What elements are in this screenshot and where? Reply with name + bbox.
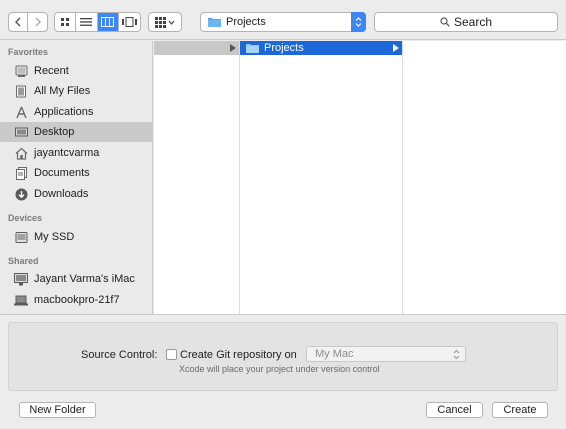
create-git-checkbox-label[interactable]: Create Git repository on bbox=[180, 349, 297, 361]
list-item[interactable]: Projects bbox=[240, 41, 402, 55]
sidebar-item-downloads[interactable]: Downloads bbox=[0, 184, 152, 204]
sidebar-item-label: Jayant Varma's iMac bbox=[34, 273, 135, 285]
sidebar-item-my-ssd[interactable]: My SSD bbox=[0, 227, 152, 247]
new-folder-button[interactable]: New Folder bbox=[19, 402, 96, 418]
chevron-left-icon bbox=[15, 17, 21, 27]
applications-icon bbox=[15, 106, 27, 118]
divider bbox=[0, 314, 566, 315]
sidebar-item-label: jayantcvarma bbox=[34, 147, 100, 159]
all-files-icon bbox=[15, 85, 26, 97]
recent-icon bbox=[15, 65, 27, 77]
disclosure-arrow-icon bbox=[230, 44, 236, 52]
column-1-selected-row[interactable] bbox=[154, 41, 239, 55]
home-icon bbox=[15, 147, 27, 160]
coverflow-view-button[interactable] bbox=[119, 13, 140, 31]
disk-icon bbox=[15, 231, 27, 243]
sidebar-item-desktop[interactable]: Desktop bbox=[0, 122, 152, 142]
updown-chevron-icon bbox=[355, 17, 362, 27]
coverflow-icon bbox=[121, 17, 137, 27]
sidebar-heading-devices: Devices bbox=[8, 213, 43, 223]
list-item-label: Projects bbox=[264, 42, 304, 54]
arrange-button[interactable] bbox=[148, 12, 182, 32]
sidebar-item-label: All My Files bbox=[34, 85, 91, 97]
sidebar-item-label: Applications bbox=[34, 106, 94, 118]
list-icon bbox=[80, 18, 93, 26]
git-location-value: My Mac bbox=[315, 348, 354, 360]
sidebar-item-label: Desktop bbox=[34, 126, 75, 138]
source-control-label: Source Control: bbox=[81, 349, 158, 361]
sidebar-item-label: Recent bbox=[34, 65, 69, 77]
sidebar-item-label: macbookpro-21f7 bbox=[34, 294, 120, 306]
sidebar-item-label: Downloads bbox=[34, 188, 89, 200]
updown-chevron-icon bbox=[453, 349, 460, 360]
create-button[interactable]: Create bbox=[492, 402, 548, 418]
search-placeholder: Search bbox=[453, 15, 493, 29]
macbook-icon bbox=[14, 295, 28, 305]
forward-button[interactable] bbox=[28, 13, 47, 31]
sidebar-item-home[interactable]: jayantcvarma bbox=[0, 143, 152, 163]
source-control-panel: Source Control: Create Git repository on… bbox=[8, 322, 558, 391]
sidebar-heading-shared: Shared bbox=[8, 256, 39, 266]
chevron-right-icon bbox=[35, 17, 41, 27]
column-browser: Projects bbox=[154, 41, 566, 314]
path-popup-label: Projects bbox=[226, 16, 266, 28]
arrange-grid-icon bbox=[155, 16, 166, 28]
source-control-hint: Xcode will place your project under vers… bbox=[179, 364, 380, 374]
sidebar-item-imac[interactable]: Jayant Varma's iMac bbox=[0, 269, 152, 289]
sidebar-item-all-my-files[interactable]: All My Files bbox=[0, 81, 152, 101]
browser-column-3[interactable] bbox=[403, 41, 566, 314]
downloads-icon bbox=[15, 188, 27, 200]
list-view-button[interactable] bbox=[76, 13, 98, 31]
git-location-popup: My Mac bbox=[306, 346, 466, 362]
back-button[interactable] bbox=[9, 13, 28, 31]
icon-view-button[interactable] bbox=[55, 13, 77, 31]
sidebar: Favorites Recent All My Files Applicatio… bbox=[0, 41, 153, 314]
sidebar-heading-favorites: Favorites bbox=[8, 47, 49, 57]
cancel-button[interactable]: Cancel bbox=[426, 402, 483, 418]
browser-column-1[interactable] bbox=[154, 41, 240, 314]
sidebar-item-documents[interactable]: Documents bbox=[0, 163, 152, 183]
column-view-button[interactable] bbox=[97, 13, 119, 31]
browser-column-2[interactable]: Projects bbox=[240, 41, 403, 314]
sidebar-item-macbook[interactable]: macbookpro-21f7 bbox=[0, 290, 152, 310]
search-field[interactable]: Search bbox=[374, 12, 558, 32]
folder-icon bbox=[208, 18, 221, 27]
back-forward-control bbox=[8, 12, 48, 32]
create-git-checkbox[interactable] bbox=[166, 349, 177, 360]
folder-icon bbox=[246, 44, 259, 53]
chevron-down-icon bbox=[168, 20, 175, 25]
documents-icon bbox=[15, 166, 27, 180]
desktop-icon bbox=[14, 127, 28, 136]
sidebar-item-label: Documents bbox=[34, 167, 90, 179]
toolbar: Projects Search bbox=[0, 0, 566, 40]
sidebar-item-recent[interactable]: Recent bbox=[0, 61, 152, 81]
path-popup[interactable]: Projects bbox=[200, 12, 366, 32]
grid-icon bbox=[61, 18, 70, 26]
disclosure-arrow-icon bbox=[393, 44, 399, 52]
columns-icon bbox=[101, 17, 115, 27]
path-popup-stepper bbox=[351, 12, 366, 32]
sidebar-item-applications[interactable]: Applications bbox=[0, 102, 152, 122]
view-mode-control bbox=[54, 12, 141, 32]
sidebar-item-label: My SSD bbox=[34, 231, 75, 243]
imac-icon bbox=[14, 272, 28, 285]
magnifier-icon bbox=[440, 17, 450, 27]
